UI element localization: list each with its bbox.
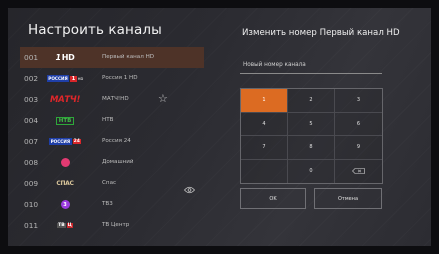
channel-row-007[interactable]: 007 РОССИЯ 24 Россия 24 [20, 131, 204, 152]
channel-row-008[interactable]: 008 Домашний [20, 152, 204, 173]
channel-number-input-placeholder[interactable]: Новый номер канала [243, 62, 306, 68]
key-1[interactable]: 1 [241, 89, 288, 113]
channel-number: 010 [24, 200, 39, 209]
key-3[interactable]: 3 [335, 89, 382, 113]
key-5[interactable]: 5 [288, 112, 335, 136]
key-backspace[interactable] [335, 160, 382, 184]
channel-name: Россия 1 HD [102, 75, 138, 81]
channel-row-002[interactable]: 002 РОССИЯ 1 HD Россия 1 HD [20, 68, 204, 89]
backspace-icon [352, 168, 365, 175]
channel-list: 001 1HD Первый канал HD 002 РОССИЯ 1 HD Ро… [20, 47, 204, 236]
key-8[interactable]: 8 [288, 136, 335, 160]
channel-number: 002 [24, 74, 39, 83]
channel-logo-domashny [51, 157, 79, 168]
channel-row-004[interactable]: 004 НТВ НТВ [20, 110, 204, 131]
key-empty [241, 159, 288, 183]
cancel-button[interactable]: Отмена [314, 188, 382, 209]
channel-name: ТВ3 [102, 201, 113, 207]
channel-logo-ntv: НТВ [51, 115, 79, 126]
channel-name: МАТЧ!HD [102, 96, 129, 102]
page-title: Настроить каналы [28, 22, 162, 38]
channel-name: Спас [102, 180, 117, 186]
key-7[interactable]: 7 [241, 136, 288, 160]
channel-number: 009 [24, 179, 39, 188]
channel-logo-tv3: 3 [51, 199, 79, 210]
channel-number: 011 [24, 221, 39, 230]
channel-number: 008 [24, 158, 39, 167]
ok-button[interactable]: OK [240, 188, 306, 209]
dialog-title: Изменить номер Первый канал HD [242, 28, 400, 38]
channel-name: ТВ Центр [102, 222, 130, 228]
channel-number: 003 [24, 95, 39, 104]
channel-name: Домашний [102, 159, 134, 165]
channel-number: 004 [24, 116, 39, 125]
channel-name: Первый канал HD [102, 54, 155, 60]
channel-logo-russia1-hd: РОССИЯ 1 HD [46, 75, 84, 82]
channel-number: 001 [24, 53, 39, 62]
channel-row-003[interactable]: 003 МАТЧ! МАТЧ!HD ☆ [20, 89, 204, 110]
key-4[interactable]: 4 [241, 112, 288, 136]
channel-number: 007 [24, 137, 39, 146]
channel-logo-russia24: РОССИЯ 24 [49, 138, 81, 145]
favorite-star-icon[interactable]: ☆ [158, 91, 168, 107]
channel-name: Россия 24 [102, 138, 131, 144]
channel-number-input-underline [240, 73, 382, 74]
key-9[interactable]: 9 [335, 136, 382, 160]
channel-name: НТВ [102, 117, 114, 123]
channel-logo-tvc: ТВ Ц [57, 223, 73, 228]
numeric-keypad: 1 2 3 4 5 6 7 8 9 0 [240, 88, 383, 184]
channel-logo-pervy-hd: 1HD [55, 53, 75, 62]
channel-logo-spas: СПАС [56, 180, 74, 187]
channel-row-011[interactable]: 011 ТВ Ц ТВ Центр [20, 215, 204, 236]
key-0[interactable]: 0 [288, 159, 335, 183]
channel-row-001[interactable]: 001 1HD Первый канал HD [20, 47, 204, 68]
channel-logo-match: МАТЧ! [49, 94, 81, 105]
key-6[interactable]: 6 [335, 113, 382, 136]
key-2[interactable]: 2 [288, 89, 335, 113]
channel-row-010[interactable]: 010 3 ТВ3 [20, 194, 204, 215]
channel-row-009[interactable]: 009 СПАС Спас [20, 173, 204, 194]
